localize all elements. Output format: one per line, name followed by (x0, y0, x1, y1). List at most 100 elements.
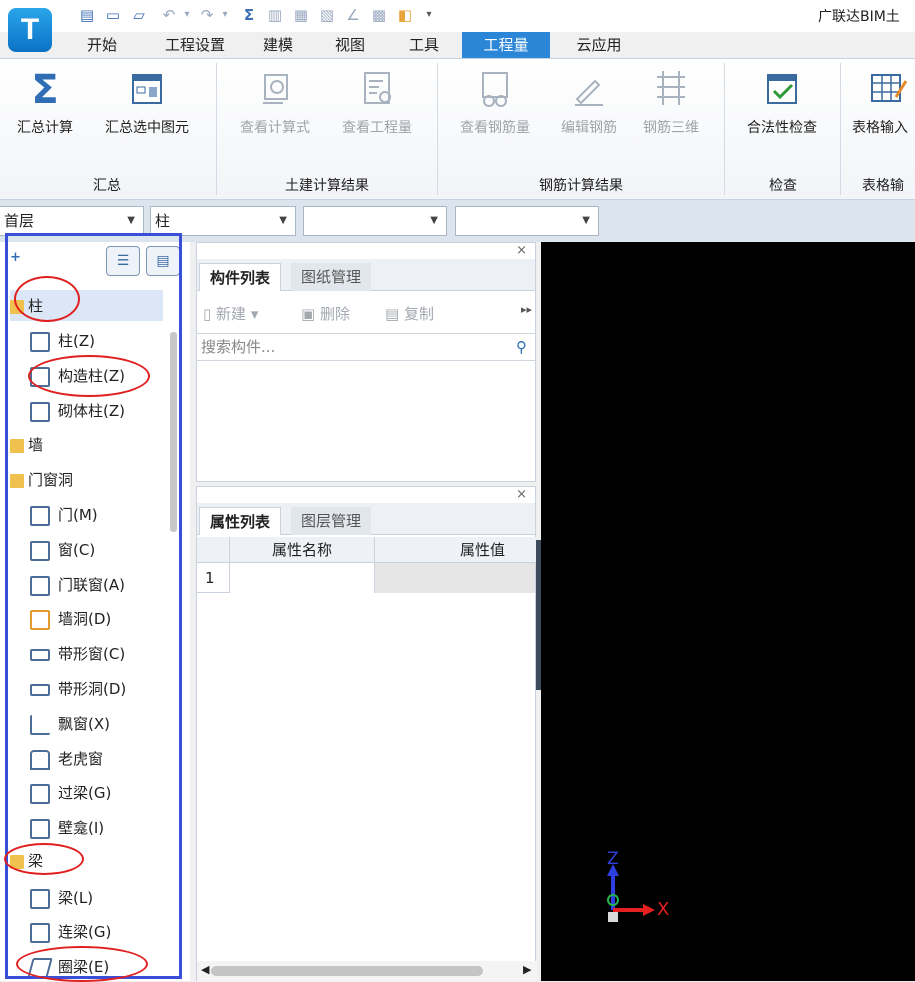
tab-layer-management[interactable]: 图层管理 (291, 507, 372, 535)
close-icon[interactable]: × (516, 243, 527, 258)
origin-marker (608, 912, 618, 922)
horizontal-scrollbar[interactable]: ◀ ▶ (197, 961, 537, 981)
tab-component-list[interactable]: 构件列表 (199, 263, 282, 291)
redo-dropdown-icon[interactable]: ▾ (216, 6, 234, 24)
calc-icon[interactable]: ▥ (266, 6, 284, 24)
tab-drawing-management[interactable]: 图纸管理 (291, 263, 372, 291)
property-panel-tabs: 属性列表 图层管理 (197, 503, 535, 535)
group-separator (216, 63, 217, 195)
copy-label: 复制 (403, 305, 434, 323)
property-list-panel: × 属性列表 图层管理 属性名称 属性值 1 ◀ ▶ (196, 486, 537, 981)
validity-check-button[interactable]: 合法性检查 (734, 67, 830, 137)
property-name-cell[interactable] (229, 563, 375, 593)
grid-icon[interactable]: ▩ (370, 6, 388, 24)
edit-rebar-button[interactable]: 编辑钢筋 (552, 67, 626, 137)
open-icon[interactable]: ▱ (130, 6, 148, 24)
summary-selected-button[interactable]: 汇总选中图元 (92, 67, 202, 137)
redo-icon[interactable]: ↷ (198, 6, 216, 24)
app-title: 广联达BIM土 (818, 9, 900, 25)
drawing-viewport[interactable]: Z X (541, 242, 915, 981)
group-label-summary: 汇总 (93, 178, 121, 194)
summary-calc-button[interactable]: Σ 汇总计算 (8, 67, 82, 137)
x-axis-label: X (657, 899, 670, 920)
table-input-icon (871, 74, 908, 102)
annotation-circle (28, 355, 150, 397)
column-header-name[interactable]: 属性名称 (229, 537, 375, 563)
group-label-check: 检查 (769, 178, 797, 194)
tab-start[interactable]: 开始 (74, 32, 130, 58)
table-row[interactable]: 1 (197, 563, 537, 593)
scrollbar-thumb[interactable] (211, 966, 483, 976)
ribbon: Σ 汇总计算 汇总选中图元 汇总 查看计算式 查看工程量 土建计算结果 查看钢筋… (0, 58, 915, 200)
new-button[interactable]: ▯ 新建 ▾ (203, 303, 258, 324)
title-bar: ▤ ▭ ▱ ↶ ▾ ↷ ▾ Σ ▥ ▦ ▧ ∠ ▩ ◧ ▾ 广联达BIM土 (0, 0, 915, 32)
view-quantity-label: 查看工程量 (342, 120, 412, 136)
property-table-header: 属性名称 属性值 (197, 537, 537, 563)
delete-label: 删除 (319, 305, 350, 323)
app-logo[interactable]: T (8, 8, 52, 52)
chevron-down-icon: ▼ (279, 215, 287, 226)
view-formula-label: 查看计算式 (240, 120, 310, 136)
property-value-cell[interactable] (375, 563, 535, 593)
group-separator (724, 63, 725, 195)
chevron-down-icon: ▼ (127, 215, 135, 226)
annotation-circle (16, 946, 148, 982)
view-rebar-button[interactable]: 查看钢筋量 (448, 67, 542, 137)
undo-icon[interactable]: ↶ (160, 6, 178, 24)
export-icon[interactable]: ◧ (396, 6, 414, 24)
search-icon[interactable]: ⚲ (516, 334, 527, 360)
component-panel-tabs: 构件列表 图纸管理 (197, 259, 535, 291)
annotation-circle (4, 843, 84, 875)
rebar-3d-button[interactable]: 钢筋三维 (634, 67, 708, 137)
subtype-select[interactable]: ▼ (303, 206, 447, 236)
edit-rebar-label: 编辑钢筋 (561, 120, 617, 136)
component-list-panel: × 构件列表 图纸管理 ▯ 新建 ▾ ▣ 删除 ▤ 复制 ▸▸ 搜索构件... … (196, 242, 536, 482)
delete-button[interactable]: ▣ 删除 (301, 303, 350, 324)
group-label-rebar-results: 钢筋计算结果 (539, 178, 623, 194)
column-header-value[interactable]: 属性值 (375, 537, 535, 563)
draw-icon[interactable]: ∠ (344, 6, 362, 24)
tab-quantities[interactable]: 工程量 (462, 32, 550, 58)
sum-icon[interactable]: Σ (240, 6, 258, 24)
sigma-icon: Σ (31, 67, 58, 111)
tab-tools[interactable]: 工具 (396, 32, 452, 58)
validity-check-label: 合法性检查 (747, 120, 817, 136)
new-icon[interactable]: ▭ (104, 6, 122, 24)
annotation-circle (14, 276, 80, 322)
tab-property-list[interactable]: 属性列表 (199, 507, 282, 535)
close-icon[interactable]: × (516, 487, 527, 502)
view-quantity-button[interactable]: 查看工程量 (330, 67, 424, 137)
rebar-3d-icon (657, 71, 685, 105)
tab-cloud[interactable]: 云应用 (560, 32, 638, 58)
quantity-icon (364, 72, 391, 104)
table-input-button[interactable]: 表格输入 (852, 67, 915, 137)
scroll-left-icon[interactable]: ◀ (201, 963, 209, 976)
new-label: 新建 (216, 305, 247, 323)
tab-project-settings[interactable]: 工程设置 (150, 32, 240, 58)
tab-view[interactable]: 视图 (322, 32, 378, 58)
undo-dropdown-icon[interactable]: ▾ (178, 6, 196, 24)
rebar-view-icon (482, 72, 508, 107)
save-icon[interactable]: ▤ (78, 6, 96, 24)
copy-button[interactable]: ▤ 复制 (385, 303, 434, 324)
more-icon[interactable]: ▸▸ (521, 303, 532, 316)
preview-icon[interactable]: ▦ (292, 6, 310, 24)
svg-text:Σ: Σ (31, 67, 58, 111)
tab-modeling[interactable]: 建模 (250, 32, 306, 58)
category-select[interactable]: 柱 ▼ (150, 206, 296, 236)
customize-dropdown-icon[interactable]: ▾ (420, 6, 438, 24)
component-select[interactable]: ▼ (455, 206, 599, 236)
scroll-right-icon[interactable]: ▶ (523, 963, 531, 976)
report-icon[interactable]: ▧ (318, 6, 336, 24)
x-axis-arrow (643, 904, 655, 916)
rebar-edit-icon (575, 79, 603, 106)
search-input[interactable]: 搜索构件... ⚲ (197, 333, 535, 361)
check-icon (767, 74, 797, 104)
floor-select[interactable]: 首层 ▼ (0, 206, 144, 236)
row-index: 1 (205, 569, 215, 587)
view-formula-button[interactable]: 查看计算式 (228, 67, 322, 137)
group-label-civil-results: 土建计算结果 (285, 178, 369, 194)
summary-calc-label: 汇总计算 (17, 120, 73, 136)
formula-icon (263, 74, 288, 104)
chevron-down-icon: ▼ (430, 215, 438, 226)
